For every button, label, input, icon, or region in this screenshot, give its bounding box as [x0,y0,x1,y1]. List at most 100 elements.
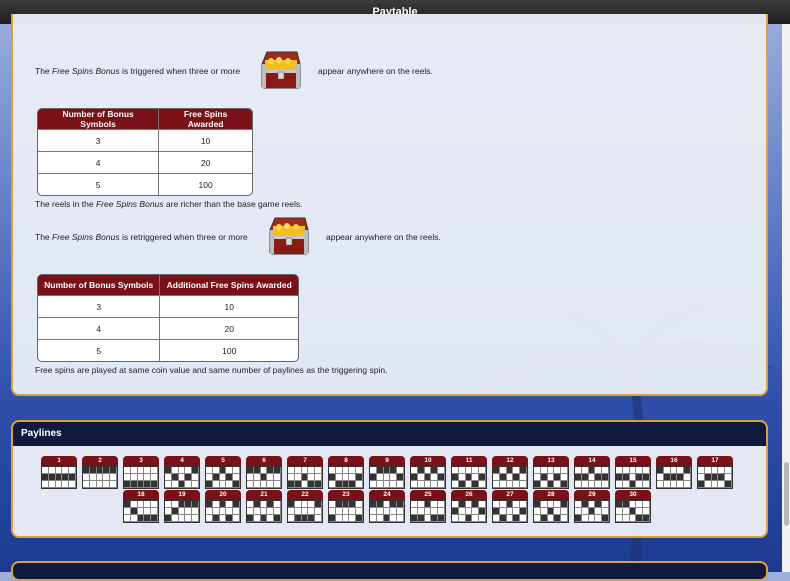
payline-cell [288,467,295,474]
payline-cell [185,474,193,481]
payline-cell [520,515,527,522]
payline-cell [185,481,193,488]
payline-cell [383,515,391,522]
table-row: 5 100 [38,339,298,361]
payline-grid [492,466,528,489]
payline-cell [48,474,56,481]
payline-cell [458,515,466,522]
payline-28: 28 [533,490,569,523]
richer-text: The reels in the Free Spins Bonus are ri… [35,199,302,209]
payline-cell [226,474,234,481]
payline-cell [540,474,548,481]
payline-cell [151,481,158,488]
payline-16: 16 [656,456,692,489]
payline-cell [677,467,685,474]
payline-23: 23 [328,490,364,523]
payline-cell [137,501,145,508]
payline-cell [684,474,691,481]
payline-cell [301,501,309,508]
payline-cell [417,515,425,522]
payline-6: 6 [246,456,282,489]
payline-cell [581,508,589,515]
payline-cell [520,474,527,481]
payline-cell [493,515,500,522]
payline-cell [42,481,49,488]
payline-cell [718,474,726,481]
payline-cell [479,501,486,508]
payline-cell [376,501,384,508]
payline-cell [588,474,596,481]
payline-cell [137,467,145,474]
payline-grid [533,500,569,523]
payline-cell [301,474,309,481]
payline-cell [267,481,275,488]
table2-header-symbols: Number of Bonus Symbols [38,275,160,295]
payline-cell [165,501,172,508]
payline-cell [499,467,507,474]
payline-cell [616,501,623,508]
payline-cell [308,515,316,522]
payline-cell [55,474,63,481]
payline-cell [192,467,199,474]
payline-grid [574,500,610,523]
table-cell: 100 [159,339,298,361]
payline-cell [622,467,630,474]
payline-cell [554,515,562,522]
payline-cell [110,467,117,474]
retrigger-mid: is retriggered when three or more [119,232,248,242]
payline-cell [356,508,363,515]
payline-cell [704,467,712,474]
payline-cell [219,481,227,488]
payline-cell [513,508,521,515]
payline-cell [301,467,309,474]
payline-cell [356,481,363,488]
payline-cell [438,474,445,481]
payline-cell [103,467,111,474]
free-spins-panel: The Free Spins Bonus is triggered when t… [11,14,768,396]
payline-cell [89,474,97,481]
payline-cell [513,481,521,488]
payline-cell [335,481,343,488]
payline-cell [465,501,473,508]
payline-number: 6 [246,456,282,466]
payline-cell [171,481,179,488]
scrollbar[interactable] [782,24,790,572]
payline-grid [328,500,364,523]
payline-cell [233,515,240,522]
scrollbar-thumb[interactable] [784,462,789,526]
payline-cell [383,508,391,515]
payline-cell [704,481,712,488]
payline-cell [356,474,363,481]
payline-cell [253,481,261,488]
payline-cell [349,508,357,515]
payline-cell [540,501,548,508]
payline-number: 20 [205,490,241,500]
payline-number: 19 [164,490,200,500]
payline-cell [226,508,234,515]
payline-cell [144,481,152,488]
payline-cell [725,467,732,474]
payline-cell [629,467,637,474]
payline-cell [540,467,548,474]
payline-grid [164,500,200,523]
retrigger-pre: The [35,232,53,242]
payline-cell [616,481,623,488]
table-row: 4 20 [38,317,298,339]
payline-cell [110,481,117,488]
payline-cell [288,474,295,481]
payline-cell [725,481,732,488]
payline-number: 14 [574,456,610,466]
payline-cell [499,501,507,508]
payline-cell [718,481,726,488]
table1-header-spins: Free Spins Awarded [158,109,252,129]
paylines-panel: Paylines 1 2 3 4 5 6 7 8 9 10 11 12 13 14 15 16 17 18 19 20… [11,420,768,538]
payline-grid [410,466,446,489]
payline-24: 24 [369,490,405,523]
payline-cell [55,467,63,474]
payline-cell [185,508,193,515]
payline-cell [130,508,138,515]
payline-grid [574,466,610,489]
payline-29: 29 [574,490,610,523]
payline-cell [260,501,268,508]
payline-cell [165,508,172,515]
